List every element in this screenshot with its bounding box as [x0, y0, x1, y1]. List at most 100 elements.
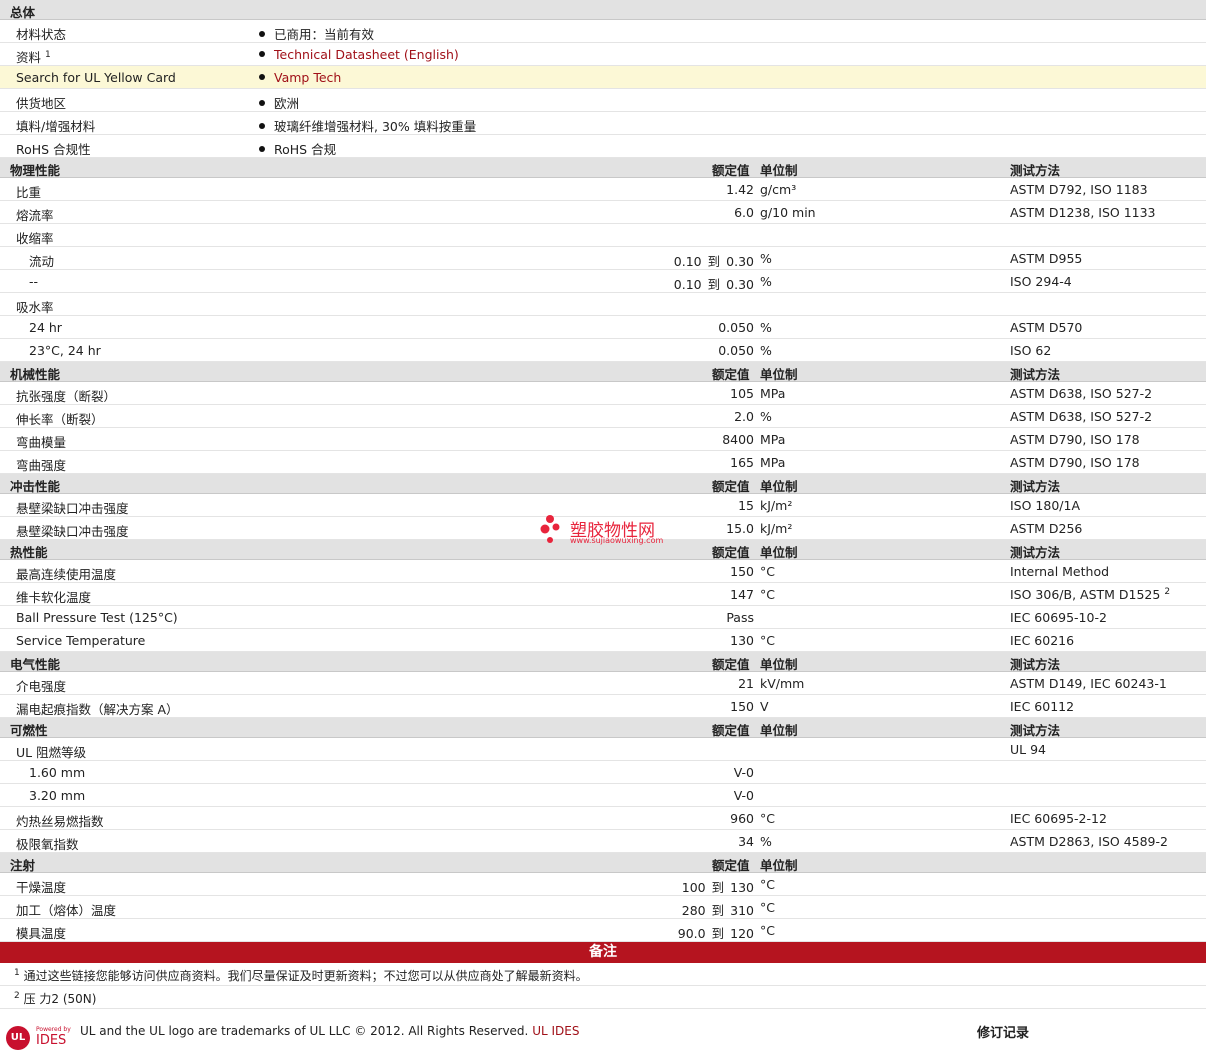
property-row: 吸水率	[0, 293, 1206, 316]
general-label: 资料 1	[16, 47, 51, 66]
property-row: 介电强度 21 kV/mm ASTM D149, IEC 60243-1	[0, 672, 1206, 695]
test-method-text: Internal Method	[1010, 564, 1110, 579]
range-max: 0.30	[726, 254, 754, 269]
property-unit: kJ/m²	[760, 521, 793, 536]
general-row: 供货地区 欧洲	[0, 89, 1206, 112]
property-row: 3.20 mm V-0	[0, 784, 1206, 807]
test-method: IEC 60695-10-2	[1010, 610, 1107, 625]
property-unit: MPa	[760, 455, 786, 470]
property-unit: MPa	[760, 432, 786, 447]
column-header-unit: 单位制	[760, 723, 798, 738]
test-method-text: ASTM D792, ISO 1183	[1010, 182, 1148, 197]
general-value-text: 玻璃纤维增强材料, 30% 填料按重量	[274, 119, 477, 134]
property-label: 悬壁梁缺口冲击强度	[16, 501, 129, 516]
column-header-unit: 单位制	[760, 479, 798, 494]
property-range: 90.0 到 120	[678, 923, 754, 942]
property-label: 干燥温度	[16, 880, 67, 895]
range-to: 到	[711, 880, 725, 895]
test-method-text: ASTM D955	[1010, 251, 1083, 266]
property-value: 960	[730, 811, 754, 826]
range-to: 到	[711, 926, 725, 941]
property-value: 15	[738, 498, 754, 513]
note-number: 1	[14, 968, 20, 978]
test-method-text: ASTM D1238, ISO 1133	[1010, 205, 1156, 220]
test-method: UL 94	[1010, 742, 1046, 757]
test-method-text: ASTM D638, ISO 527-2	[1010, 386, 1153, 401]
powered-by-text: Powered by	[36, 1026, 71, 1033]
property-unit: %	[760, 834, 772, 849]
bullet-icon	[259, 123, 265, 129]
column-header-unit: 单位制	[760, 858, 798, 873]
range-to: 到	[707, 254, 721, 269]
general-row: RoHS 合规性 RoHS 合规	[0, 135, 1206, 158]
section-header-general: 总体	[0, 0, 1206, 20]
test-method-text: IEC 60695-2-12	[1010, 811, 1107, 826]
property-row: 维卡软化温度 147 °C ISO 306/B, ASTM D1525 2	[0, 583, 1206, 606]
section-title: 机械性能	[10, 367, 61, 382]
column-header-method: 测试方法	[1010, 367, 1061, 382]
general-value-link[interactable]: Vamp Tech	[274, 70, 341, 85]
column-header-unit: 单位制	[760, 163, 798, 178]
property-row: 23°C, 24 hr 0.050% ISO 62	[0, 339, 1206, 362]
column-header-nominal: 额定值	[712, 545, 750, 560]
property-row: 流动 0.10 到 0.30% ASTM D955	[0, 247, 1206, 270]
property-label: 24 hr	[29, 320, 62, 335]
property-label: 流动	[29, 254, 55, 269]
property-unit: g/10 min	[760, 205, 816, 220]
property-unit: MPa	[760, 386, 786, 401]
footer: UL and the UL logo are trademarks of UL …	[0, 1009, 1206, 1050]
property-label: 3.20 mm	[29, 788, 86, 803]
test-method-text: ISO 306/B, ASTM D1525	[1010, 587, 1161, 602]
property-unit: %	[760, 274, 772, 289]
column-header-nominal: 额定值	[712, 723, 750, 738]
section-title: 冲击性能	[10, 479, 61, 494]
column-header-method: 测试方法	[1010, 163, 1061, 178]
property-unit: kV/mm	[760, 676, 805, 691]
watermark-url: www.sujiaowuxing.com	[570, 536, 664, 545]
test-method: ASTM D638, ISO 527-2	[1010, 409, 1152, 424]
general-value-link[interactable]: Technical Datasheet (English)	[274, 47, 459, 62]
general-label: 填料/增强材料	[16, 116, 95, 135]
section-header-injection: 注射 额定值 单位制	[0, 853, 1206, 873]
property-range: 0.10 到 0.30	[674, 251, 754, 270]
property-label: 加工（熔体）温度	[16, 903, 117, 918]
general-value: Vamp Tech	[259, 70, 341, 85]
range-min: 90.0	[677, 926, 706, 941]
notes-header: 备注	[0, 942, 1206, 963]
property-row: 比重 1.42 g/cm³ ASTM D792, ISO 1183	[0, 178, 1206, 201]
property-value: 150	[730, 564, 754, 579]
column-header-nominal: 额定值	[712, 657, 750, 672]
test-method-text: ASTM D790, ISO 178	[1010, 455, 1140, 470]
test-method-text: ASTM D2863, ISO 4589-2	[1010, 834, 1168, 849]
property-row: 漏电起痕指数（解决方案 A） 150 V IEC 60112	[0, 695, 1206, 718]
property-unit: °C	[760, 877, 775, 892]
property-value: Pass	[726, 610, 754, 625]
general-value: 欧洲	[259, 93, 299, 112]
property-label: 弯曲模量	[16, 435, 67, 450]
property-value: 130	[730, 633, 754, 648]
property-value: 147	[730, 587, 754, 602]
property-label: 灼热丝易燃指数	[16, 814, 104, 829]
property-row: 1.60 mm V-0	[0, 761, 1206, 784]
property-row: -- 0.10 到 0.30% ISO 294-4	[0, 270, 1206, 293]
general-value: RoHS 合规	[259, 139, 336, 158]
section-title: 电气性能	[10, 657, 61, 672]
property-label: 极限氧指数	[16, 837, 79, 852]
test-method: IEC 60112	[1010, 699, 1074, 714]
property-value: 150	[730, 699, 754, 714]
test-method-text: ASTM D790, ISO 178	[1010, 432, 1140, 447]
property-row: 伸长率（断裂） 2.0% ASTM D638, ISO 527-2	[0, 405, 1206, 428]
test-method: ASTM D792, ISO 1183	[1010, 182, 1148, 197]
ides-logo-text: IDES	[36, 1033, 67, 1048]
section-header-electrical: 电气性能 额定值 单位制 测试方法	[0, 652, 1206, 672]
property-row: 熔流率 6.0 g/10 min ASTM D1238, ISO 1133	[0, 201, 1206, 224]
property-row: 干燥温度 100 到 130 °C	[0, 873, 1206, 896]
general-value: 已商用：当前有效	[259, 24, 374, 43]
ul-ides-link[interactable]: UL IDES	[532, 1024, 579, 1038]
note-row: 2 压 力2 (50N)	[0, 986, 1206, 1009]
range-to: 到	[711, 903, 725, 918]
property-row: 最高连续使用温度 150 °C Internal Method	[0, 560, 1206, 583]
watermark-dots-icon	[540, 515, 560, 543]
column-header-method: 测试方法	[1010, 545, 1061, 560]
general-row: Search for UL Yellow Card Vamp Tech	[0, 66, 1206, 89]
